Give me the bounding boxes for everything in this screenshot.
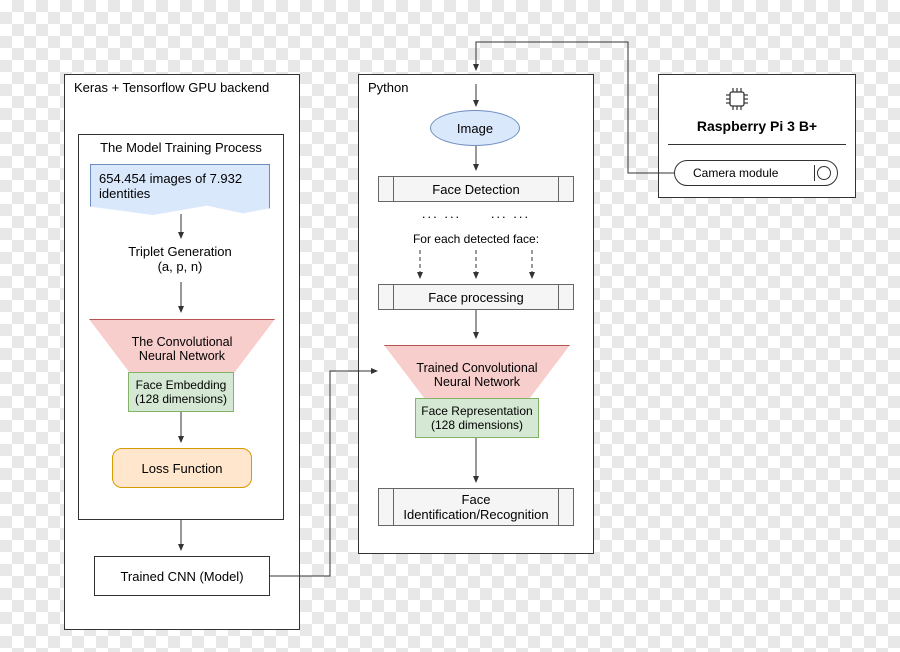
triplet-line2: (a, p, n) bbox=[90, 259, 270, 274]
face-detection-text: Face Detection bbox=[416, 182, 535, 197]
image-ellipse: Image bbox=[430, 110, 520, 146]
cpu-icon bbox=[722, 84, 752, 114]
cnn-trap: The Convolutional Neural Network bbox=[88, 318, 274, 372]
embed-line1: Face Embedding bbox=[136, 378, 227, 392]
camera-module: Camera module bbox=[674, 160, 838, 186]
trained-cnn-trap: Trained Convolutional Neural Network bbox=[383, 344, 569, 398]
training-title-text: The Model Training Process bbox=[100, 140, 262, 155]
dots1: ... ... bbox=[422, 206, 461, 221]
trained-cnn: Trained CNN (Model) bbox=[94, 556, 270, 596]
triplet-label: Triplet Generation (a, p, n) bbox=[90, 244, 270, 274]
python-title-text: Python bbox=[368, 80, 408, 95]
for-each-text: For each detected face: bbox=[413, 232, 539, 246]
container-python bbox=[358, 74, 594, 554]
face-embedding: Face Embedding (128 dimensions) bbox=[128, 372, 234, 412]
embed-line2: (128 dimensions) bbox=[135, 392, 227, 406]
face-identification: Face Identification/Recognition bbox=[378, 488, 574, 526]
dataset-doc: 654.454 images of 7.932 identities bbox=[90, 164, 270, 216]
for-each-label: For each detected face: bbox=[378, 232, 574, 246]
camera-text: Camera module bbox=[693, 166, 778, 180]
rpi-divider bbox=[668, 144, 846, 145]
loss-text: Loss Function bbox=[142, 461, 223, 476]
rpi-title-text: Raspberry Pi 3 B+ bbox=[697, 118, 817, 134]
keras-title: Keras + Tensorflow GPU backend bbox=[64, 74, 294, 101]
triplet-line1: Triplet Generation bbox=[90, 244, 270, 259]
face-processing-text: Face processing bbox=[412, 290, 539, 305]
rpi-title: Raspberry Pi 3 B+ bbox=[658, 118, 856, 134]
trained-cnn-trap-text: Trained Convolutional Neural Network bbox=[414, 361, 540, 389]
face-representation: Face Representation (128 dimensions) bbox=[415, 398, 539, 438]
dataset-text: 654.454 images of 7.932 identities bbox=[99, 171, 242, 201]
face-processing: Face processing bbox=[378, 284, 574, 310]
face-ident-text: Face Identification/Recognition bbox=[379, 492, 573, 522]
cnn-text: The Convolutional Neural Network bbox=[119, 335, 245, 363]
trained-text: Trained CNN (Model) bbox=[120, 569, 243, 584]
image-text: Image bbox=[457, 121, 493, 136]
face-detection: Face Detection bbox=[378, 176, 574, 202]
dots-row: ... ... ... ... bbox=[378, 206, 574, 221]
dots2: ... ... bbox=[491, 206, 530, 221]
python-title: Python bbox=[358, 74, 478, 101]
rep-line1: Face Representation bbox=[421, 404, 532, 418]
rep-line2: (128 dimensions) bbox=[431, 418, 523, 432]
loss-function: Loss Function bbox=[112, 448, 252, 488]
keras-title-text: Keras + Tensorflow GPU backend bbox=[74, 80, 269, 95]
training-title: The Model Training Process bbox=[78, 140, 284, 155]
